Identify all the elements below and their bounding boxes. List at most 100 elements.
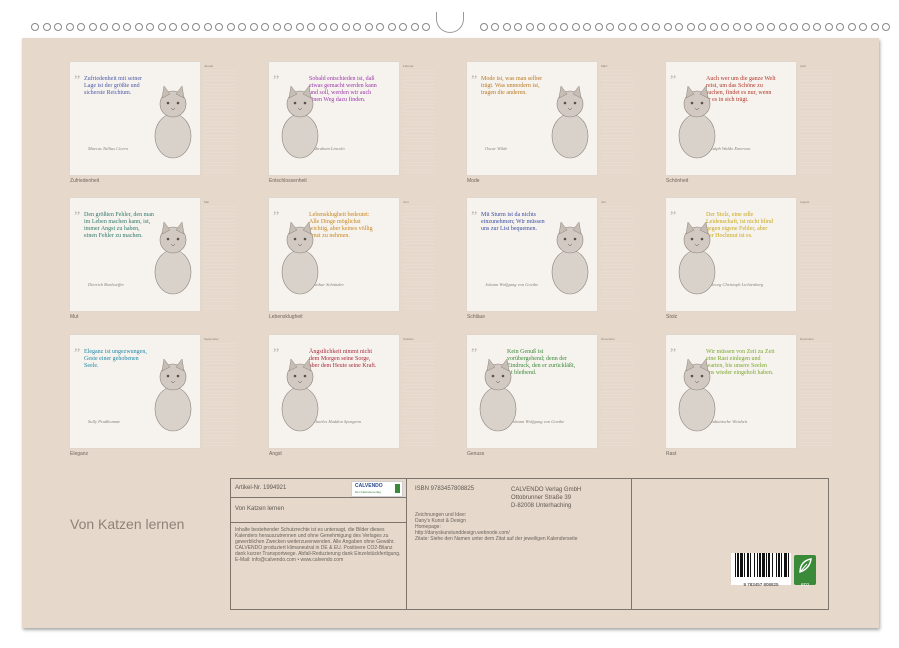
barcode-bar xyxy=(762,553,765,577)
day-line xyxy=(800,80,832,81)
day-line xyxy=(403,421,435,422)
ring-hole xyxy=(491,23,499,31)
ring-hole xyxy=(319,23,327,31)
month-calendar-column: März xyxy=(599,62,635,175)
month-4: „Auch wer um die ganze Welt reist, um da… xyxy=(666,62,836,187)
ring-hole xyxy=(215,23,223,31)
cat-illustration xyxy=(148,347,198,437)
month-theme-name: Lebensklugheit xyxy=(269,314,303,320)
day-line xyxy=(601,357,633,358)
calendar-hanger xyxy=(436,12,464,33)
day-line xyxy=(403,84,435,85)
day-line xyxy=(601,277,633,278)
ring-hole xyxy=(606,23,614,31)
month-11: „Kein Genuß ist vorübergehend; denn der … xyxy=(467,335,637,460)
day-line xyxy=(800,257,832,258)
day-line xyxy=(403,250,435,251)
day-line xyxy=(204,284,236,285)
day-line xyxy=(403,158,435,159)
day-line xyxy=(601,408,633,409)
ring-hole xyxy=(273,23,281,31)
day-line xyxy=(800,431,832,432)
ring-hole xyxy=(204,23,212,31)
day-line xyxy=(403,172,435,173)
day-line xyxy=(403,114,435,115)
day-line xyxy=(403,414,435,415)
day-line xyxy=(403,209,435,210)
day-line xyxy=(601,172,633,173)
day-line xyxy=(601,213,633,214)
quote-text: Zufriedenheit mit seiner Lage ist der gr… xyxy=(84,76,154,97)
day-line xyxy=(403,216,435,217)
day-line xyxy=(800,277,832,278)
day-line xyxy=(601,380,633,381)
day-line xyxy=(601,233,633,234)
day-line xyxy=(403,267,435,268)
day-line xyxy=(800,435,832,436)
day-line xyxy=(204,404,236,405)
ring-hole xyxy=(526,23,534,31)
month-calendar-column: Mai xyxy=(202,198,238,311)
month-calendar-column: September xyxy=(202,335,238,448)
day-line xyxy=(204,264,236,265)
ring-hole xyxy=(537,23,545,31)
ring-hole xyxy=(100,23,108,31)
day-line xyxy=(601,165,633,166)
day-line xyxy=(800,158,832,159)
day-line xyxy=(204,243,236,244)
day-line xyxy=(204,277,236,278)
day-line xyxy=(403,247,435,248)
day-line xyxy=(204,418,236,419)
day-line xyxy=(800,305,832,306)
month-card: „Sobald entschieden ist, daß etwas gemac… xyxy=(269,62,399,175)
day-line xyxy=(403,226,435,227)
day-line xyxy=(800,114,832,115)
day-line xyxy=(204,257,236,258)
day-line xyxy=(403,445,435,446)
month-card: „Der Stolz, eine edle Leidenschaft, ist … xyxy=(666,198,796,311)
day-line xyxy=(800,353,832,354)
day-line xyxy=(800,428,832,429)
ring-hole xyxy=(572,23,580,31)
day-line xyxy=(800,118,832,119)
month-card: „Mode ist, was man selber trägt. Was unm… xyxy=(467,62,597,175)
barcode-bar xyxy=(740,553,743,577)
ring-hole xyxy=(710,23,718,31)
ring-hole xyxy=(802,23,810,31)
day-line xyxy=(800,169,832,170)
day-line xyxy=(403,90,435,91)
day-line xyxy=(601,377,633,378)
day-line xyxy=(403,357,435,358)
ring-hole xyxy=(388,23,396,31)
day-line xyxy=(601,80,633,81)
ring-hole xyxy=(123,23,131,31)
day-line xyxy=(800,374,832,375)
month-label: Mai xyxy=(204,200,209,204)
day-line xyxy=(403,301,435,302)
barcode-bar xyxy=(750,553,751,577)
day-line xyxy=(403,428,435,429)
barcode-bar xyxy=(776,553,777,577)
day-line xyxy=(204,367,236,368)
month-card: „Kein Genuß ist vorübergehend; denn der … xyxy=(467,335,597,448)
day-line xyxy=(601,73,633,74)
ring-hole xyxy=(882,23,890,31)
ring-hole xyxy=(54,23,62,31)
day-line xyxy=(601,90,633,91)
cat-illustration xyxy=(473,347,523,437)
day-line xyxy=(601,438,633,439)
day-line xyxy=(204,250,236,251)
day-line xyxy=(601,226,633,227)
day-line xyxy=(204,104,236,105)
day-line xyxy=(601,148,633,149)
day-line xyxy=(800,298,832,299)
day-line xyxy=(601,70,633,71)
day-line xyxy=(403,87,435,88)
day-line xyxy=(403,291,435,292)
day-line xyxy=(403,401,435,402)
ring-hole xyxy=(756,23,764,31)
day-line xyxy=(403,350,435,351)
ring-hole xyxy=(169,23,177,31)
day-line xyxy=(800,128,832,129)
day-line xyxy=(204,172,236,173)
